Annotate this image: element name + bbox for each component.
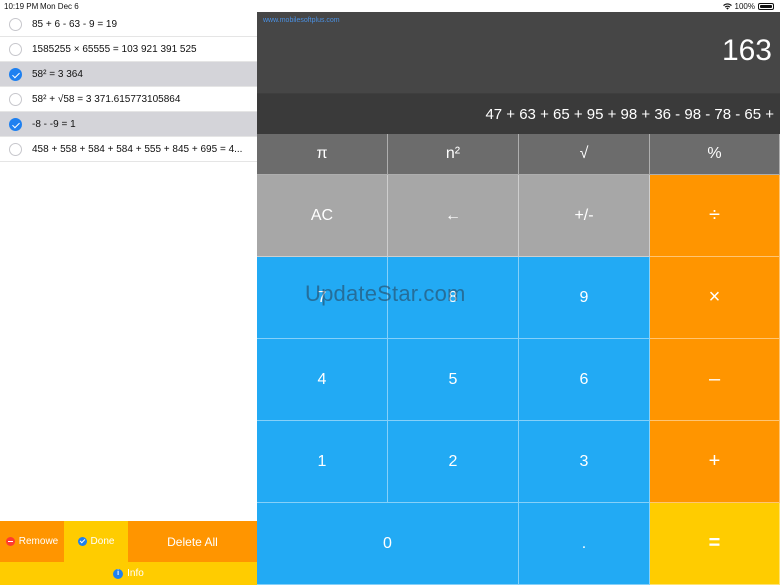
digit-9-key[interactable]: 9 [519, 257, 650, 339]
history-text: -8 - -9 = 1 [32, 118, 76, 130]
battery-percent: 100% [734, 2, 755, 11]
info-icon: i [113, 568, 124, 579]
clear-key[interactable]: AC [257, 175, 388, 257]
history-list: 85 + 6 - 63 - 9 = 19 1585255 × 65555 = 1… [0, 12, 257, 521]
sqrt-key[interactable]: √ [519, 134, 650, 175]
history-actions: Remowe Done Delete All [0, 521, 257, 562]
expression-text: 47 + 63 + 65 + 95 + 98 + 36 - 98 - 78 - … [485, 105, 774, 123]
minus-key[interactable]: – [650, 339, 780, 421]
info-button[interactable]: i Info [0, 562, 257, 585]
status-time: 10:19 PM [4, 2, 39, 11]
remove-button[interactable]: Remowe [0, 521, 64, 562]
equals-key[interactable]: = [650, 503, 780, 585]
status-right: 100% [722, 2, 774, 11]
checkbox-icon[interactable] [9, 18, 22, 31]
keypad: π n² √ % AC ← +/- ÷ 7 8 9 × 4 5 6 – 1 2 … [257, 134, 780, 585]
result-value: 163 [721, 34, 772, 67]
sign-key[interactable]: +/- [519, 175, 650, 257]
history-row[interactable]: 85 + 6 - 63 - 9 = 19 [0, 12, 257, 37]
digit-3-key[interactable]: 3 [519, 421, 650, 503]
status-bar: 10:19 PM Mon Dec 6 100% [0, 0, 780, 12]
digit-0-key[interactable]: 0 [257, 503, 519, 585]
calculator: www.mobilesoftplus.com 163 47 + 63 + 65 … [257, 12, 780, 585]
wifi-icon [722, 3, 732, 10]
checkbox-checked-icon[interactable] [9, 68, 22, 81]
multiply-key[interactable]: × [650, 257, 780, 339]
history-text: 1585255 × 65555 = 103 921 391 525 [32, 43, 197, 55]
info-label: Info [127, 568, 144, 579]
website-link[interactable]: www.mobilesoftplus.com [263, 17, 340, 24]
battery-icon [758, 3, 774, 10]
history-row[interactable]: 458 + 558 + 584 + 584 + 555 + 845 + 695 … [0, 137, 257, 162]
digit-5-key[interactable]: 5 [388, 339, 519, 421]
decimal-key[interactable]: . [519, 503, 650, 585]
history-text: 58² = 3 364 [32, 68, 83, 80]
checkbox-checked-icon[interactable] [9, 118, 22, 131]
digit-2-key[interactable]: 2 [388, 421, 519, 503]
delete-all-label: Delete All [167, 534, 218, 549]
history-row[interactable]: 58² + √58 = 3 371.615773105864 [0, 87, 257, 112]
digit-1-key[interactable]: 1 [257, 421, 388, 503]
square-key[interactable]: n² [388, 134, 519, 175]
done-label: Done [90, 536, 115, 547]
history-row[interactable]: 58² = 3 364 [0, 62, 257, 87]
history-text: 85 + 6 - 63 - 9 = 19 [32, 18, 118, 30]
digit-4-key[interactable]: 4 [257, 339, 388, 421]
divide-key[interactable]: ÷ [650, 175, 780, 257]
checkbox-icon[interactable] [9, 143, 22, 156]
history-row[interactable]: 1585255 × 65555 = 103 921 391 525 [0, 37, 257, 62]
digit-7-key[interactable]: 7 [257, 257, 388, 339]
history-row[interactable]: -8 - -9 = 1 [0, 112, 257, 137]
check-circle-icon [77, 537, 87, 546]
display: www.mobilesoftplus.com 163 [257, 12, 780, 93]
done-button[interactable]: Done [64, 521, 128, 562]
plus-key[interactable]: + [650, 421, 780, 503]
minus-circle-icon [5, 537, 15, 546]
history-text: 458 + 558 + 584 + 584 + 555 + 845 + 695 … [32, 143, 243, 155]
remove-label: Remowe [18, 536, 59, 547]
delete-all-button[interactable]: Delete All [128, 521, 257, 562]
checkbox-icon[interactable] [9, 93, 22, 106]
status-date: Mon Dec 6 [40, 2, 79, 11]
checkbox-icon[interactable] [9, 43, 22, 56]
pi-key[interactable]: π [257, 134, 388, 175]
digit-6-key[interactable]: 6 [519, 339, 650, 421]
digit-8-key[interactable]: 8 [388, 257, 519, 339]
percent-key[interactable]: % [650, 134, 780, 175]
backspace-key[interactable]: ← [388, 175, 519, 257]
expression-line: 47 + 63 + 65 + 95 + 98 + 36 - 98 - 78 - … [257, 94, 780, 134]
history-text: 58² + √58 = 3 371.615773105864 [32, 93, 181, 105]
